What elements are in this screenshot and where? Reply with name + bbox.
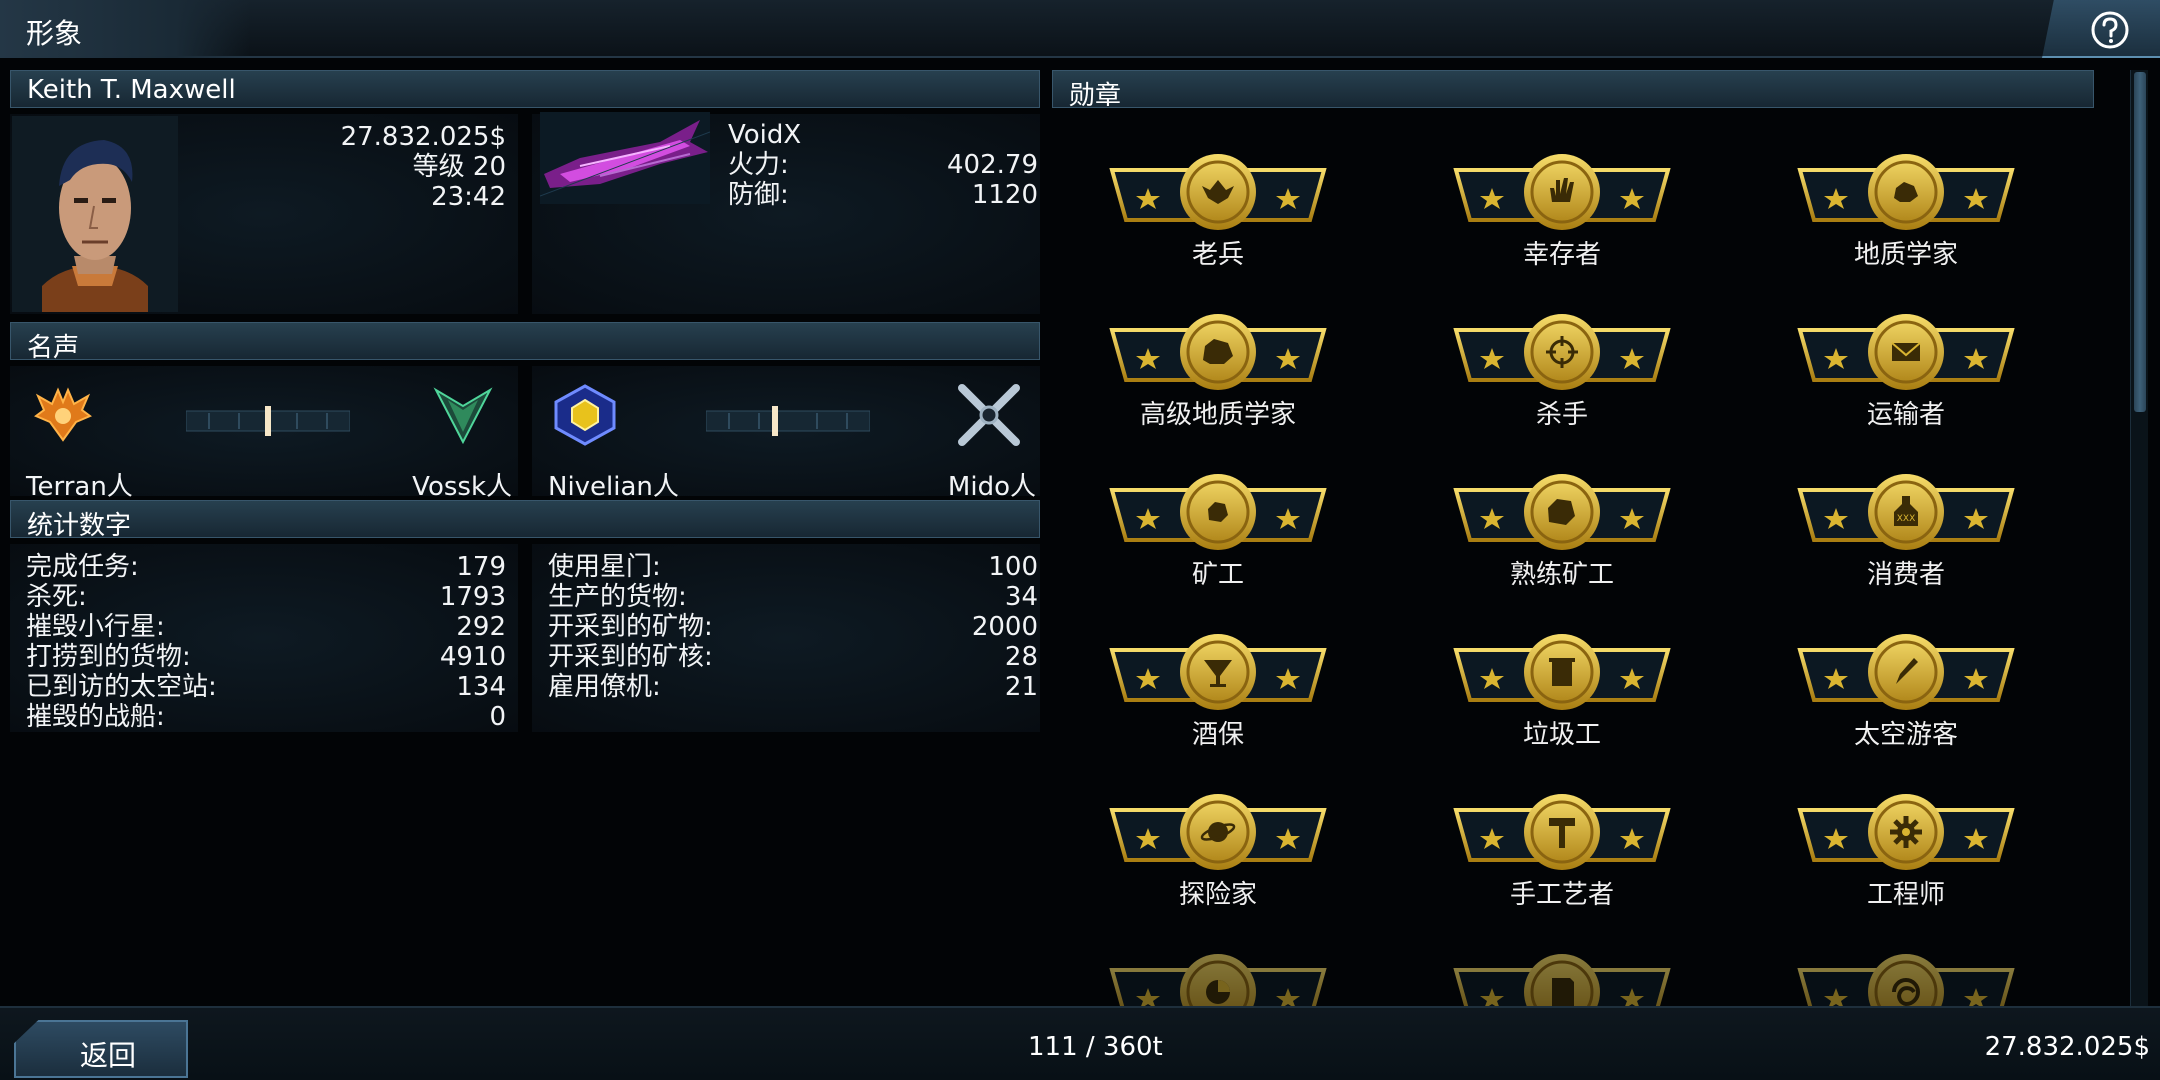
medal-5[interactable]: 杀手 bbox=[1452, 310, 1672, 430]
medal-label: 太空游客 bbox=[1853, 720, 1958, 750]
medal-13[interactable]: 探险家 bbox=[1108, 790, 1328, 910]
medal-6[interactable]: 运输者 bbox=[1796, 310, 2016, 430]
medal-label: 酒保 bbox=[1191, 720, 1244, 750]
back-label: 返回 bbox=[80, 1039, 137, 1072]
medal-15[interactable]: 工程师 bbox=[1796, 790, 2016, 910]
medal-16[interactable]: 游戏狂 bbox=[1108, 950, 1328, 1006]
medal-11[interactable]: 垃圾工 bbox=[1452, 630, 1672, 750]
medal-label: 消费者 bbox=[1866, 560, 1945, 590]
medal-label: 手工艺者 bbox=[1509, 880, 1614, 910]
medals-scrollbar[interactable] bbox=[2130, 70, 2148, 1010]
medal-12[interactable]: 太空游客 bbox=[1796, 630, 2016, 750]
medal-17[interactable]: 工作狂 bbox=[1452, 950, 1672, 1006]
credits-display: 27.832.025$ bbox=[1984, 1032, 2150, 1062]
medal-label: 矿工 bbox=[1191, 560, 1244, 590]
medal-label: 工程师 bbox=[1866, 880, 1945, 910]
medal-label: 地质学家 bbox=[1853, 240, 1958, 270]
medal-label: 幸存者 bbox=[1522, 240, 1601, 270]
medal-8[interactable]: 熟练矿工 bbox=[1452, 470, 1672, 590]
medal-1[interactable]: 老兵 bbox=[1108, 150, 1328, 270]
cargo-capacity: 111 / 360t bbox=[1028, 1032, 1163, 1062]
back-button[interactable]: 返回 bbox=[14, 1020, 188, 1078]
medal-10[interactable]: 酒保 bbox=[1108, 630, 1328, 750]
medal-label: 老兵 bbox=[1191, 240, 1244, 270]
medal-label: 高级地质学家 bbox=[1139, 400, 1296, 430]
medal-grid: 老兵 幸存者 地质学家高级地质学家 杀手 运输者矿工 熟练矿工 XXX 消费者酒保 垃圾工 太空游… bbox=[0, 0, 2160, 1006]
medal-label: 熟练矿工 bbox=[1509, 560, 1614, 590]
medal-3[interactable]: 地质学家 bbox=[1796, 150, 2016, 270]
medal-label: 运输者 bbox=[1866, 400, 1945, 430]
medal-18[interactable]: 旅行家 bbox=[1796, 950, 2016, 1006]
medal-14[interactable]: 手工艺者 bbox=[1452, 790, 1672, 910]
svg-text:XXX: XXX bbox=[1897, 514, 1916, 524]
medal-label: 垃圾工 bbox=[1522, 720, 1601, 750]
medal-label: 杀手 bbox=[1535, 400, 1588, 430]
medal-4[interactable]: 高级地质学家 bbox=[1108, 310, 1328, 430]
medal-label: 探险家 bbox=[1178, 880, 1257, 910]
bottom-bar: 返回 111 / 360t 27.832.025$ bbox=[0, 1006, 2160, 1080]
medal-9[interactable]: XXX 消费者 bbox=[1796, 470, 2016, 590]
medal-7[interactable]: 矿工 bbox=[1108, 470, 1328, 590]
scrollbar-thumb[interactable] bbox=[2134, 72, 2146, 412]
medal-2[interactable]: 幸存者 bbox=[1452, 150, 1672, 270]
